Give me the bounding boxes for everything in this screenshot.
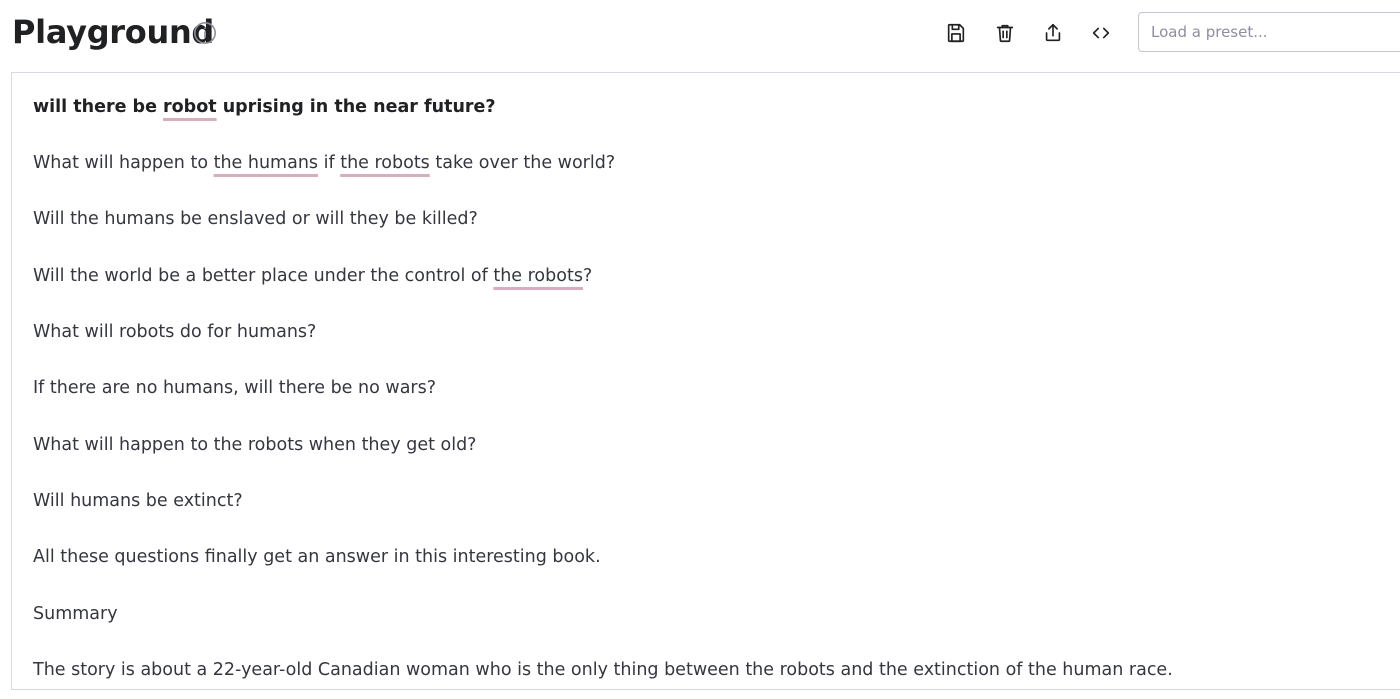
editor-line-prompt: will there be robot uprising in the near… [33, 97, 496, 117]
save-icon [947, 23, 965, 43]
view-code-button[interactable] [1088, 20, 1114, 46]
save-button[interactable] [943, 20, 969, 46]
editor-line: What will happen to the robots when they… [33, 435, 477, 455]
info-icon[interactable] [193, 21, 217, 45]
editor-line: What will robots do for humans? [33, 322, 317, 342]
preset-input[interactable] [1138, 12, 1400, 52]
page-title: Playground [12, 13, 215, 51]
share-icon [1045, 23, 1061, 42]
trash-icon [996, 24, 1014, 43]
share-button[interactable] [1040, 20, 1066, 46]
editor-line: Will humans be extinct? [33, 491, 243, 511]
editor-line: The story is about a 22-year-old Canadia… [33, 660, 1173, 680]
delete-button[interactable] [992, 20, 1018, 46]
editor-line: Will the humans be enslaved or will they… [33, 209, 478, 229]
editor-line: What will happen to the humans if the ro… [33, 153, 616, 173]
prompt-editor[interactable]: will there be robot uprising in the near… [11, 72, 1400, 690]
editor-line: If there are no humans, will there be no… [33, 378, 437, 398]
code-icon [1092, 27, 1110, 39]
editor-line: All these questions finally get an answe… [33, 547, 601, 567]
header: Playground [0, 0, 1400, 72]
editor-line-heading: Summary [33, 604, 118, 624]
editor-line: Will the world be a better place under t… [33, 266, 593, 286]
